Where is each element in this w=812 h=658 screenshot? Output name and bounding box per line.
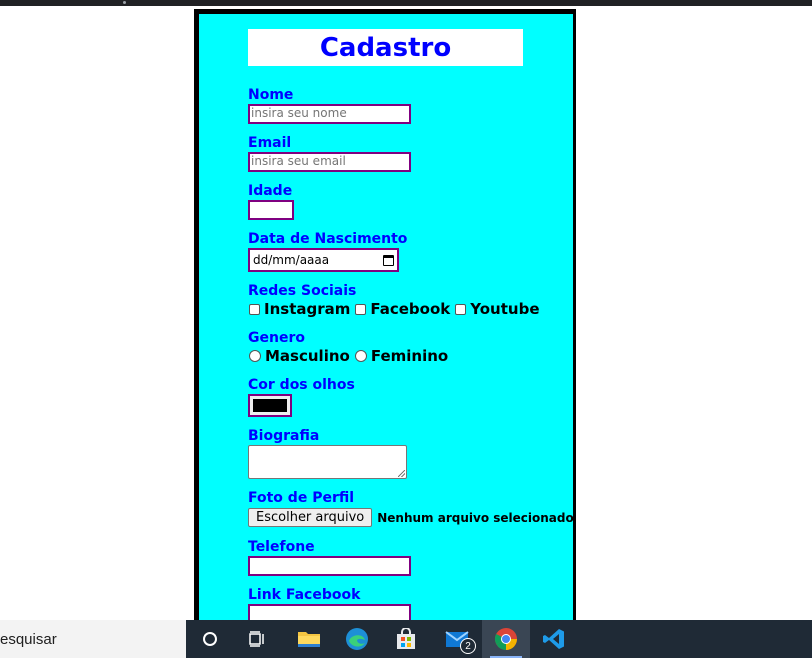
resize-grip-icon[interactable] <box>398 470 405 477</box>
file-explorer-icon[interactable] <box>285 620 333 658</box>
mail-badge: 2 <box>460 638 476 654</box>
instagram-label: Instagram <box>264 300 351 318</box>
biografia-textarea[interactable] <box>248 445 407 479</box>
eye-color-picker[interactable] <box>248 394 292 417</box>
option-instagram[interactable]: Instagram <box>248 300 350 318</box>
task-view-icon[interactable] <box>234 620 282 658</box>
choose-file-button[interactable]: Escolher arquivo <box>248 508 373 527</box>
label-genero: Genero <box>248 330 305 346</box>
label-olhos: Cor dos olhos <box>248 377 355 393</box>
mail-icon[interactable]: 2 <box>434 620 482 658</box>
email-placeholder: insira seu email <box>251 154 346 168</box>
label-redes: Redes Sociais <box>248 283 357 299</box>
label-email: Email <box>248 135 292 151</box>
label-telefone: Telefone <box>248 539 315 555</box>
masculino-radio[interactable] <box>249 350 261 362</box>
top-bar-dot <box>123 1 126 4</box>
taskbar-search-box[interactable]: esquisar <box>0 620 186 658</box>
form-title-box: Cadastro <box>248 29 523 66</box>
form-title: Cadastro <box>319 32 452 63</box>
nome-placeholder: insira seu nome <box>251 106 347 120</box>
search-text: esquisar <box>0 630 57 648</box>
calendar-icon[interactable] <box>383 254 394 266</box>
label-facebook: Link Facebook <box>248 587 361 603</box>
label-biografia: Biografia <box>248 428 320 444</box>
store-icon[interactable] <box>382 620 430 658</box>
youtube-label: Youtube <box>470 300 540 318</box>
option-facebook[interactable]: Facebook <box>354 300 450 318</box>
label-nome: Nome <box>248 87 294 103</box>
file-status: Nenhum arquivo selecionado <box>377 510 574 525</box>
option-feminino[interactable]: Feminino <box>354 347 448 365</box>
nome-input[interactable]: insira seu nome <box>248 104 411 124</box>
edge-icon[interactable] <box>333 620 381 658</box>
instagram-checkbox[interactable] <box>249 303 260 315</box>
chrome-icon[interactable] <box>482 620 530 658</box>
cortana-icon[interactable] <box>186 620 234 658</box>
feminino-radio[interactable] <box>354 350 367 362</box>
facebook-label: Facebook <box>370 300 451 318</box>
label-foto: Foto de Perfil <box>248 490 355 506</box>
foto-file-input[interactable]: Escolher arquivo Nenhum arquivo selecion… <box>248 508 574 527</box>
email-input[interactable]: insira seu email <box>248 152 411 172</box>
genero-options: Masculino Feminino <box>248 347 452 365</box>
label-idade: Idade <box>248 183 293 199</box>
feminino-label: Feminino <box>370 347 449 365</box>
redes-options: Instagram Facebook Youtube <box>248 300 544 318</box>
browser-top-bar <box>0 0 812 6</box>
option-youtube[interactable]: Youtube <box>454 300 540 318</box>
youtube-checkbox[interactable] <box>455 303 467 315</box>
label-nascimento: Data de Nascimento <box>248 231 408 247</box>
masculino-label: Masculino <box>265 347 350 365</box>
option-masculino[interactable]: Masculino <box>248 347 350 365</box>
telefone-input[interactable] <box>248 556 411 576</box>
date-value: dd/mm/aaaa <box>253 252 330 267</box>
vscode-icon[interactable] <box>530 620 578 658</box>
idade-input[interactable] <box>248 200 294 220</box>
color-swatch <box>253 399 287 412</box>
nascimento-input[interactable]: dd/mm/aaaa <box>248 248 399 272</box>
facebook-checkbox[interactable] <box>355 303 367 315</box>
